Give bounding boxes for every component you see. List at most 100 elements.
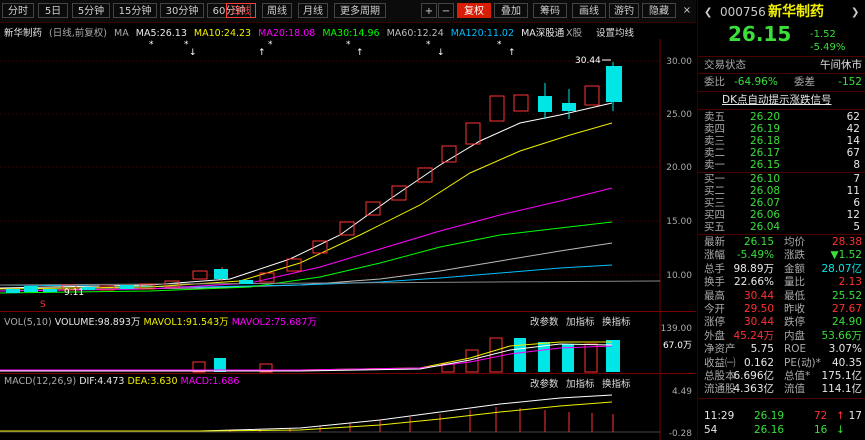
quote-value: 4.363亿 [733,383,774,396]
vol-axis-current: 67.0万 [663,341,692,351]
candle [584,85,600,106]
arrow-marker: ↑ [258,48,266,58]
dk-signal-text[interactable]: DK点自动提示涨跌信号 [722,94,831,107]
quote-value: 29.50 [743,303,774,315]
last-price: 26.15 [728,22,792,46]
quote-label: 最高 [704,289,725,302]
quote-row: 净资产 5.75 ROE 3.07% [698,343,865,356]
ma120-line [0,264,613,288]
tab-5day[interactable]: 5日 [38,3,68,18]
tab-15min[interactable]: 15分钟 [113,3,157,18]
tick-row: 54 26.16 16 ↓ [698,424,865,437]
quote-value: 25.52 [831,289,862,302]
tab-5min[interactable]: 5分钟 [72,3,110,18]
quote-value: 27.67 [831,303,862,315]
candles [6,62,622,293]
zoom-out-button[interactable]: − [438,3,454,18]
quote-value: 22.66% [733,276,774,289]
chips-button[interactable]: 筹码 [533,3,567,18]
quote-value: 6.696亿 [733,370,774,382]
back-arrow-icon[interactable]: ❮ [704,6,712,19]
star-marker: * [268,40,273,50]
quote-panel: ❮ 000756 新华制药 ❯ 26.15 -1.52 -5.49% 交易状态 … [697,0,865,439]
tick-volume: 72 [814,410,828,422]
tick-direction: ↑ [836,410,845,422]
fishing-button[interactable]: 游钓 [609,3,639,18]
quote-label: 量比 [784,276,805,289]
trade-status-label: 交易状态 [704,59,746,71]
baseline-line [0,280,661,286]
bid-price: 26.04 [750,221,781,233]
weicha-label: 委差 [794,76,815,88]
candle [606,66,622,102]
zoom-in-button[interactable]: + [421,3,437,18]
quote-value: 0.162 [743,356,774,369]
trade-status: 午间休市 [820,59,862,71]
macd-axis-top: 4.49 [672,387,692,397]
star-marker: * [346,40,351,50]
dk-signal-link[interactable]: DK点自动提示涨跌信号 [698,94,865,107]
tab-fenshi[interactable]: 分时 [2,3,34,18]
quote-value: 40.35 [831,356,862,369]
quote-value: 53.66万 [821,329,862,342]
quote-value: 26.15 [743,236,774,248]
low-annotation: 9.11 [64,288,84,298]
quote-label: 总股本 [704,370,736,382]
overlay-button[interactable]: 叠加 [494,3,528,18]
draw-line-button[interactable]: 画线 [572,3,606,18]
forward-arrow-icon[interactable]: ❯ [851,6,859,19]
volume-panel: VOL(5,10) VOLUME:98.893万 MAVOL1:91.543万 … [0,311,696,374]
vol-axis-top: 139.00 [661,324,693,334]
quote-label: 跌停 [784,316,805,329]
ask-label: 卖一 [704,159,725,171]
macd-panel: MACD(12,26,9) DIF:4.473 DEA:3.630 MACD:1… [0,373,696,440]
price-change: -1.52 [810,29,836,40]
quote-value: 30.44 [743,289,774,302]
quote-row: 涨幅 -5.49% 涨跌 ▼1.52 [698,249,865,262]
price-tick: 10.00 [666,271,692,281]
quote-label: 金额 [784,262,805,275]
quote-label: 外盘 [704,329,725,342]
quote-label: 净资产 [704,343,736,356]
star-marker: * [149,40,154,50]
quote-value: 3.07% [828,343,862,356]
tab-weekly[interactable]: 周线 [262,3,292,18]
tick-time: 54 [704,424,718,436]
quote-value: 175.1亿 [821,370,862,382]
quote-value: 28.38 [831,236,862,248]
quote-label: 换手 [704,276,725,289]
price-tick: 30.00 [666,57,692,67]
kline-chart[interactable]: 30.00 25.00 20.00 15.00 10.00 * * * * * … [0,23,696,311]
star-marker: * [426,40,431,50]
quote-row: 换手 22.66% 量比 2.13 [698,276,865,289]
quote-label: 均价 [784,236,805,248]
candle [465,122,481,145]
star-marker: * [497,40,502,50]
weibi-value: -64.96% [734,76,778,88]
candle [538,96,552,112]
candle [562,103,576,111]
tab-daily[interactable]: 日线 [226,3,256,18]
arrow-marker: ↓ [189,48,197,58]
candle [120,285,134,289]
hide-button[interactable]: 隐藏 [642,3,676,18]
trade-status-row: 交易状态 午间休市 [698,59,865,72]
ma60-line [0,242,613,292]
tab-30min[interactable]: 30分钟 [160,3,204,18]
quote-value: 5.75 [750,343,774,356]
tick-direction: ↓ [836,424,845,436]
tick-time: 11:29 [704,410,735,422]
tab-monthly[interactable]: 月线 [298,3,328,18]
macd-chart[interactable]: 4.49 -0.28 [0,374,696,440]
quote-row: 外盘 45.24万 内盘 53.66万 [698,330,865,343]
price-row: 26.15 -1.52 -5.49% [698,22,865,54]
tab-more-periods[interactable]: 更多周期 [334,3,386,18]
quote-label: PE(动)* [784,356,821,369]
tick-row: 11:29 26.19 72 ↑ 17 [698,410,865,423]
bid-label: 买五 [704,221,725,233]
bid-row: 买五 26.04 5 [698,221,865,234]
close-icon[interactable]: × [680,3,694,18]
fuquan-button[interactable]: 复权 [457,3,491,18]
quote-label: 总手 [704,262,725,275]
volume-chart[interactable]: 139.00 67.0万 [0,312,696,374]
